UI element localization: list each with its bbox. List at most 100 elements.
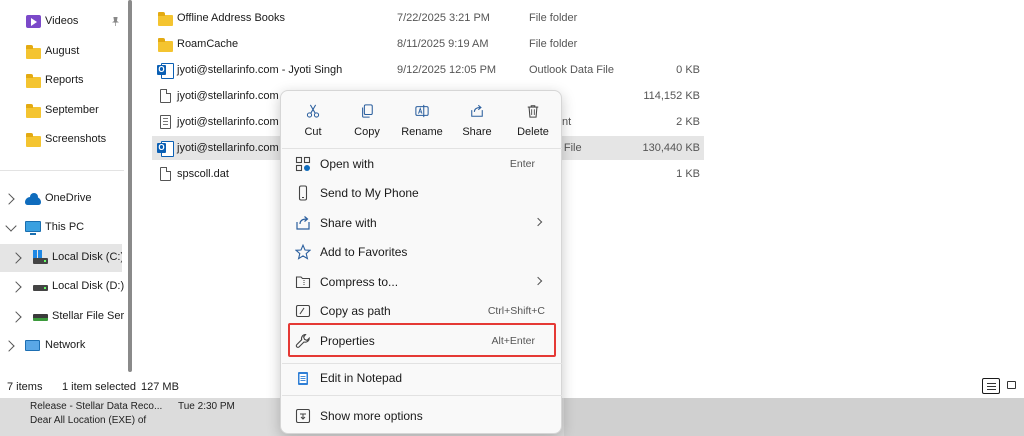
share-icon bbox=[471, 104, 483, 117]
more-options-icon bbox=[295, 408, 311, 424]
outlook-icon bbox=[157, 63, 174, 79]
share-label: Share bbox=[462, 126, 492, 138]
folder-icon bbox=[158, 38, 173, 52]
navigation-pane: Videos August Reports September Screensh… bbox=[0, 0, 124, 374]
menu-item-edit-in-notepad[interactable]: Edit in Notepad bbox=[285, 365, 557, 391]
menu-item-share-with[interactable]: Share with bbox=[285, 210, 557, 236]
menu-item-label: Share with bbox=[320, 216, 377, 230]
sidebar-item-label: Network bbox=[45, 339, 86, 351]
properties-highlight-box bbox=[288, 323, 556, 357]
sidebar-item-local-disk-c[interactable]: Local Disk (C:) bbox=[0, 244, 122, 272]
sidebar-item-label: Local Disk (D:) bbox=[52, 280, 124, 292]
tiles-view-button[interactable] bbox=[1003, 378, 1021, 394]
scissors-icon bbox=[306, 104, 320, 118]
file-icon bbox=[160, 89, 171, 103]
network-icon bbox=[25, 340, 40, 351]
details-view-button[interactable] bbox=[982, 378, 1000, 394]
chevron-right-icon[interactable] bbox=[10, 311, 22, 323]
menu-item-compress-to[interactable]: Compress to... bbox=[285, 269, 557, 295]
sidebar-item-label: Screenshots bbox=[45, 133, 107, 145]
context-menu: Cut Copy Rename Share Delete Open with E… bbox=[280, 90, 562, 434]
menu-item-label: Copy as path bbox=[320, 304, 391, 318]
outlook-icon bbox=[157, 141, 174, 157]
menu-item-send-to-phone[interactable]: Send to My Phone bbox=[285, 180, 557, 206]
share-button[interactable]: Share bbox=[449, 99, 505, 143]
notepad-icon bbox=[298, 372, 308, 385]
trash-icon bbox=[527, 105, 539, 118]
disk-icon bbox=[33, 285, 48, 291]
computer-icon bbox=[25, 221, 41, 235]
menu-item-label: Add to Favorites bbox=[320, 245, 408, 259]
file-size: 1 KB bbox=[676, 168, 700, 180]
menu-separator bbox=[282, 148, 562, 149]
cut-button[interactable]: Cut bbox=[285, 99, 341, 143]
menu-item-shortcut: Ctrl+Shift+C bbox=[487, 305, 545, 317]
sidebar-item-september[interactable]: September bbox=[0, 97, 124, 125]
sidebar-item-august[interactable]: August bbox=[0, 38, 124, 66]
sidebar-item-screenshots[interactable]: Screenshots bbox=[0, 126, 124, 154]
sidebar-item-local-disk-d[interactable]: Local Disk (D:) bbox=[0, 273, 124, 301]
folder-icon bbox=[158, 12, 173, 26]
menu-separator bbox=[282, 363, 562, 364]
file-type: File folder bbox=[529, 38, 578, 50]
file-name: jyoti@stellarinfo.com - Jyoti Singh bbox=[177, 64, 343, 76]
file-size: 114,152 KB bbox=[643, 90, 700, 102]
chevron-right-icon[interactable] bbox=[10, 252, 22, 264]
zip-icon bbox=[295, 276, 311, 289]
sidebar-item-label: Local Disk (C:) bbox=[52, 251, 122, 263]
sidebar-item-label: August bbox=[45, 45, 80, 57]
file-date: 8/11/2025 9:19 AM bbox=[397, 38, 489, 50]
email-preview: Dear All Location (EXE) of bbox=[30, 415, 147, 426]
network-drive-icon bbox=[33, 314, 48, 321]
cut-label: Cut bbox=[304, 126, 322, 138]
menu-item-show-more-options[interactable]: Show more options bbox=[285, 403, 557, 429]
folder-icon bbox=[26, 104, 41, 118]
selection-size: 127 MB bbox=[141, 381, 179, 393]
file-name: jyoti@stellarinfo.com bbox=[177, 116, 279, 128]
file-date: 9/12/2025 12:05 PM bbox=[397, 64, 497, 76]
chevron-right-icon[interactable] bbox=[3, 340, 15, 352]
email-subject: Release - Stellar Data Reco... bbox=[30, 401, 163, 412]
menu-item-label: Open with bbox=[320, 157, 375, 171]
rename-icon bbox=[415, 104, 429, 118]
file-row-roamcache[interactable]: RoamCache 8/11/2025 9:19 AM File folder bbox=[152, 32, 704, 56]
menu-item-add-to-favorites[interactable]: Add to Favorites bbox=[285, 239, 557, 265]
folder-icon bbox=[26, 133, 41, 147]
disk-icon bbox=[33, 258, 48, 264]
menu-item-label: Show more options bbox=[320, 409, 423, 423]
chevron-down-icon[interactable] bbox=[5, 220, 17, 232]
sidebar-item-this-pc[interactable]: This PC bbox=[0, 214, 124, 242]
file-row-offline-address-books[interactable]: Offline Address Books 7/22/2025 3:21 PM … bbox=[152, 6, 704, 30]
chevron-right-icon bbox=[533, 276, 543, 286]
menu-item-copy-as-path[interactable]: Copy as path Ctrl+Shift+C bbox=[285, 298, 557, 324]
copy-button[interactable]: Copy bbox=[339, 99, 395, 143]
delete-button[interactable]: Delete bbox=[505, 99, 561, 143]
chevron-right-icon[interactable] bbox=[10, 281, 22, 293]
rename-button[interactable]: Rename bbox=[394, 99, 450, 143]
cloud-icon bbox=[25, 193, 41, 205]
sidebar-item-label: Reports bbox=[45, 74, 84, 86]
sidebar-item-reports[interactable]: Reports bbox=[0, 67, 124, 95]
copy-icon bbox=[362, 104, 373, 118]
sidebar-scrollbar[interactable] bbox=[128, 0, 132, 372]
sidebar-item-onedrive[interactable]: OneDrive bbox=[0, 185, 124, 213]
sidebar-item-label: Videos bbox=[45, 15, 79, 27]
video-icon bbox=[26, 15, 41, 28]
file-name: Offline Address Books bbox=[177, 12, 286, 24]
menu-item-open-with[interactable]: Open with Enter bbox=[285, 151, 557, 177]
copy-label: Copy bbox=[354, 126, 380, 138]
file-row-jyoti-singh-ost[interactable]: jyoti@stellarinfo.com - Jyoti Singh 9/12… bbox=[152, 58, 704, 82]
sidebar-item-videos[interactable]: Videos bbox=[0, 8, 124, 36]
chevron-right-icon[interactable] bbox=[3, 193, 15, 205]
sidebar-item-stellar-file-server[interactable]: Stellar File Serv bbox=[0, 303, 124, 331]
document-icon bbox=[160, 115, 171, 129]
delete-label: Delete bbox=[517, 126, 549, 138]
sidebar-item-network[interactable]: Network bbox=[0, 332, 124, 360]
menu-separator bbox=[282, 395, 562, 396]
background-panel bbox=[564, 398, 1024, 436]
email-time: Tue 2:30 PM bbox=[178, 401, 235, 412]
item-count: 7 items bbox=[7, 381, 43, 393]
file-date: 7/22/2025 3:21 PM bbox=[397, 12, 490, 24]
chevron-right-icon bbox=[533, 217, 543, 227]
menu-item-label: Edit in Notepad bbox=[320, 371, 403, 385]
